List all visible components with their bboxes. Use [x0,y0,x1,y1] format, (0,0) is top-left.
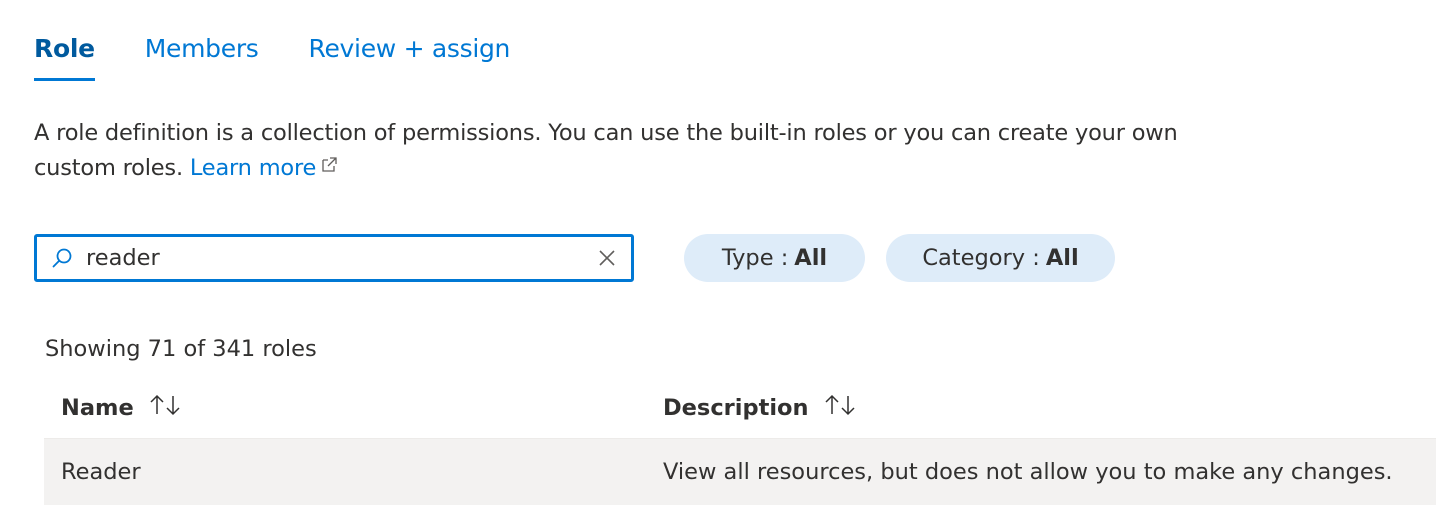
search-icon [42,238,82,278]
search-box [34,234,634,282]
search-input[interactable] [82,239,587,277]
sort-arrows-icon[interactable] [148,393,182,423]
column-header-description[interactable]: Description [663,393,1436,423]
category-filter-value: All [1045,245,1079,271]
category-filter-pill[interactable]: Category : All [886,234,1115,282]
column-header-name-label: Name [61,395,134,421]
row-description-cell: View all resources, but does not allow y… [663,459,1393,485]
tab-bar: Role Members Review + assign [34,22,560,82]
sort-arrows-icon[interactable] [823,393,857,423]
type-filter-value: All [794,245,828,271]
tab-review-assign[interactable]: Review + assign [309,22,511,68]
row-name-cell: Reader [61,459,141,485]
learn-more-label: Learn more [189,155,317,181]
tab-role[interactable]: Role [34,22,95,81]
tab-members[interactable]: Members [145,22,259,68]
column-header-description-label: Description [663,395,809,421]
type-filter-key: Type : [721,245,789,271]
intro-paragraph: A role definition is a collection of per… [34,116,1254,186]
type-filter-pill[interactable]: Type : All [684,234,865,282]
category-filter-key: Category : [922,245,1040,271]
results-summary: Showing 71 of 341 roles [45,336,317,362]
external-link-icon [319,151,339,186]
column-header-name[interactable]: Name [44,393,663,423]
learn-more-link[interactable]: Learn more [190,155,339,181]
table-header: Name Description [44,378,1436,439]
table-row[interactable]: Reader View all resources, but does not … [44,439,1436,505]
close-icon[interactable] [587,238,627,278]
roles-table: Name Description Reader View all resourc… [44,378,1436,505]
